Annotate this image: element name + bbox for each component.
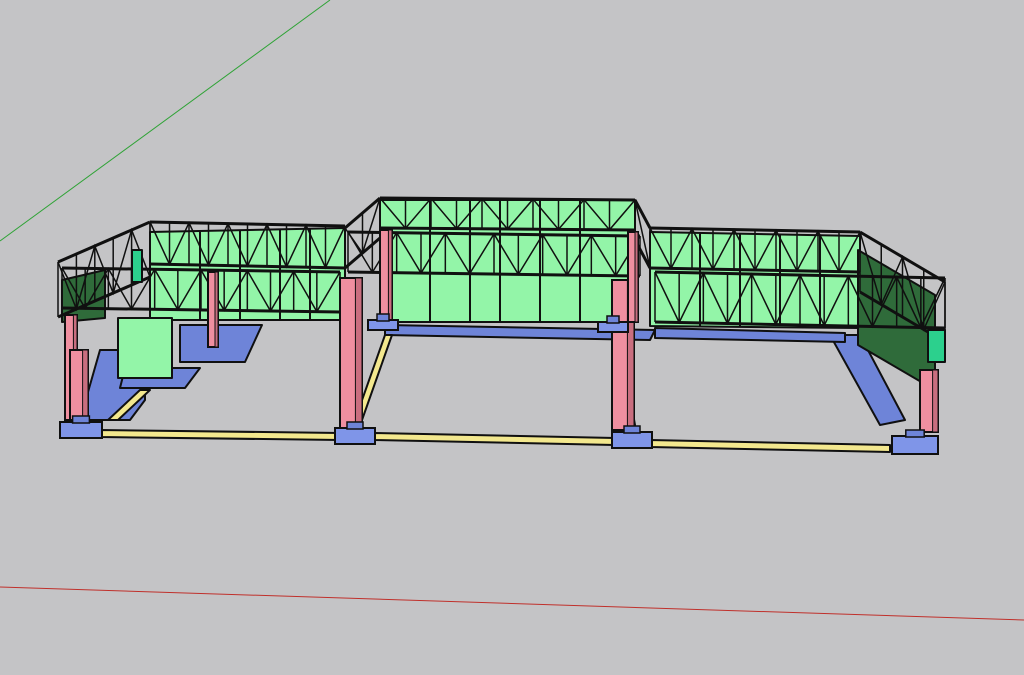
truss-top-chord[interactable] xyxy=(633,199,652,229)
column-cap[interactable] xyxy=(927,329,946,363)
tie-beam[interactable] xyxy=(99,429,341,441)
glass-panel-door[interactable] xyxy=(117,317,173,379)
foundation-slabs[interactable] xyxy=(79,324,906,426)
tie-beam[interactable] xyxy=(374,432,616,446)
footing-pedestal[interactable] xyxy=(71,415,91,424)
footing[interactable] xyxy=(891,435,939,455)
column-cap[interactable] xyxy=(131,249,143,283)
footing[interactable] xyxy=(611,431,653,449)
column-shade[interactable] xyxy=(214,271,219,348)
column-shade[interactable] xyxy=(354,277,363,429)
red-axis-line xyxy=(0,586,1024,621)
footing[interactable] xyxy=(59,421,103,439)
column-shade[interactable] xyxy=(932,369,939,433)
footing-pedestal[interactable] xyxy=(623,425,641,434)
column-shade[interactable] xyxy=(634,231,639,323)
footing-pedestal[interactable] xyxy=(606,315,620,324)
column-shade[interactable] xyxy=(82,349,89,421)
column-shade[interactable] xyxy=(387,229,393,326)
foundation-slab[interactable] xyxy=(179,324,263,363)
3d-viewport[interactable] xyxy=(0,0,1024,675)
model-canvas[interactable] xyxy=(0,0,1024,675)
foundation-slab[interactable] xyxy=(654,327,846,343)
tie-beam[interactable] xyxy=(649,439,891,453)
green-axis-line xyxy=(0,0,331,242)
footing-pedestal[interactable] xyxy=(905,429,925,438)
footing-pedestal[interactable] xyxy=(376,313,390,322)
footing[interactable] xyxy=(334,427,376,445)
footing-pedestal[interactable] xyxy=(346,421,364,430)
